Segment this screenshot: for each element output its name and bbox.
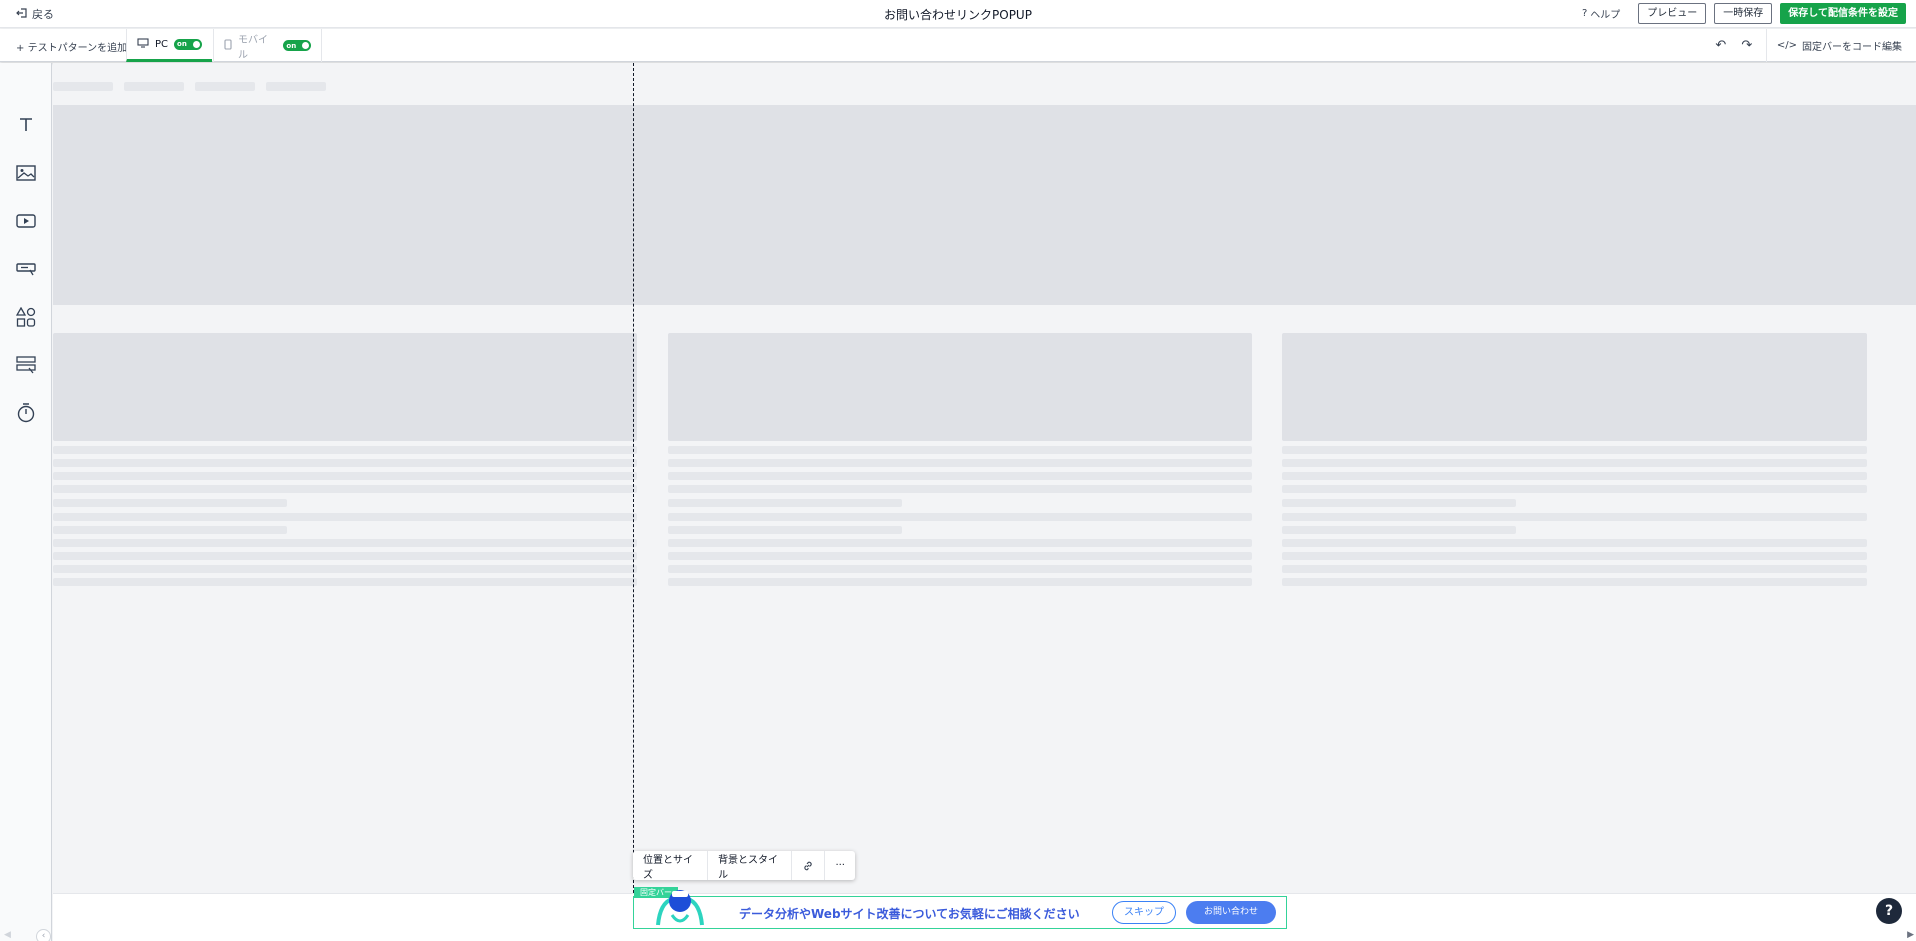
mobile-toggle[interactable]: on <box>283 40 311 51</box>
text-line-placeholder <box>53 578 637 586</box>
code-edit-label: 固定バーをコード編集 <box>1802 42 1902 53</box>
text-line-placeholder <box>53 513 637 521</box>
temp-save-button[interactable]: 一時保存 <box>1714 3 1773 24</box>
preview-button[interactable]: プレビュー <box>1638 3 1707 24</box>
horizontal-scrollbar[interactable]: ◀ ▶ <box>0 930 1916 941</box>
help-label: ヘルプ <box>1590 10 1621 21</box>
pc-toggle[interactable]: on <box>174 38 203 50</box>
text-line-placeholder <box>668 565 1252 573</box>
text-line-placeholder <box>1282 459 1867 467</box>
text-line-placeholder <box>668 459 1252 467</box>
form-tool-icon[interactable] <box>14 353 38 377</box>
timer-tool-icon[interactable] <box>14 401 38 425</box>
video-tool-icon[interactable] <box>14 209 38 233</box>
shapes-tool-icon[interactable] <box>14 305 38 329</box>
text-line-placeholder <box>668 578 1252 586</box>
text-line-placeholder <box>1282 499 1516 507</box>
top-header: 戻る お問い合わせリンクPOPUP ? ヘルプ プレビュー 一時保存 保存して配… <box>0 0 1916 28</box>
text-line-placeholder <box>53 539 637 547</box>
text-line-placeholder <box>53 446 637 454</box>
text-tool-icon[interactable] <box>14 113 38 137</box>
text-line-placeholder <box>1282 565 1867 573</box>
nav-placeholder <box>195 82 255 91</box>
text-line-placeholder <box>1282 485 1867 493</box>
text-line-placeholder <box>1282 472 1867 480</box>
text-line-placeholder <box>668 513 1252 521</box>
scroll-left-icon[interactable]: ◀ <box>4 930 11 940</box>
link-icon[interactable] <box>792 851 826 880</box>
nav-placeholder <box>53 82 113 91</box>
skip-button[interactable]: スキップ <box>1112 901 1176 924</box>
undo-icon[interactable]: ↶ <box>1708 38 1734 53</box>
editor-toolbar: + テストパターンを追加 PC on モバイル on ↶ ↷ </> 固定バーを… <box>0 29 1916 62</box>
element-toolbar: 位置とサイズ 背景とスタイル ··· <box>633 851 855 881</box>
contact-button[interactable]: お問い合わせ <box>1186 901 1276 924</box>
text-line-placeholder <box>1282 513 1867 521</box>
tab-pc-label: PC <box>155 38 169 50</box>
text-line-placeholder <box>53 565 637 573</box>
tab-mobile[interactable]: モバイル on <box>213 29 322 62</box>
back-icon <box>16 7 28 22</box>
text-line-placeholder <box>1282 526 1516 534</box>
scroll-right-icon[interactable]: ▶ <box>1907 930 1914 940</box>
fixed-bar[interactable]: 固定バー データ分析やWebサイト改善についてお気軽にご相談ください スキップ … <box>633 887 1287 929</box>
desktop-icon <box>137 37 149 51</box>
text-line-placeholder <box>53 499 287 507</box>
editor-canvas <box>53 63 1916 893</box>
text-line-placeholder <box>1282 578 1867 586</box>
plus-icon: + <box>16 43 25 54</box>
add-test-pattern-label: テストパターンを追加 <box>27 43 128 54</box>
mobile-icon <box>224 38 232 53</box>
alignment-guide <box>633 63 634 898</box>
text-line-placeholder <box>53 526 287 534</box>
background-style-button[interactable]: 背景とスタイル <box>708 851 793 881</box>
hero-placeholder <box>53 105 1916 305</box>
text-line-placeholder <box>668 472 1252 480</box>
mascot-illustration <box>656 890 704 926</box>
text-line-placeholder <box>53 485 637 493</box>
save-and-configure-button[interactable]: 保存して配信条件を設定 <box>1780 3 1906 24</box>
code-icon: </> <box>1776 40 1797 51</box>
left-tool-rail: ‹ <box>0 63 52 941</box>
text-line-placeholder <box>668 552 1252 560</box>
nav-placeholder <box>124 82 184 91</box>
nav-placeholder <box>266 82 326 91</box>
text-line-placeholder <box>53 459 637 467</box>
tab-pc[interactable]: PC on <box>126 29 212 62</box>
card-image-placeholder <box>668 333 1252 441</box>
back-button[interactable]: 戻る <box>16 6 54 22</box>
help-link[interactable]: ? ヘルプ <box>1582 6 1620 21</box>
tab-mobile-label: モバイル <box>238 34 268 61</box>
fixed-bar-message: データ分析やWebサイト改善についてお気軽にご相談ください <box>739 907 1080 921</box>
text-line-placeholder <box>53 552 637 560</box>
text-line-placeholder <box>668 446 1252 454</box>
card-image-placeholder <box>1282 333 1867 441</box>
image-tool-icon[interactable] <box>14 161 38 185</box>
text-line-placeholder <box>1282 552 1867 560</box>
button-tool-icon[interactable] <box>14 257 38 281</box>
question-icon: ? <box>1581 8 1588 19</box>
redo-icon[interactable]: ↷ <box>1734 38 1760 53</box>
back-label: 戻る <box>32 8 54 21</box>
code-edit-button[interactable]: </> 固定バーをコード編集 <box>1765 29 1916 62</box>
more-icon[interactable]: ··· <box>825 851 855 880</box>
text-line-placeholder <box>668 499 902 507</box>
text-line-placeholder <box>1282 446 1867 454</box>
position-size-button[interactable]: 位置とサイズ <box>633 851 709 881</box>
card-image-placeholder <box>53 333 637 441</box>
text-line-placeholder <box>668 539 1252 547</box>
text-line-placeholder <box>668 485 1252 493</box>
help-fab-question-icon[interactable]: ? <box>1876 898 1902 924</box>
text-line-placeholder <box>668 526 902 534</box>
text-line-placeholder <box>53 472 637 480</box>
add-test-pattern-button[interactable]: + テストパターンを追加 <box>16 39 127 54</box>
text-line-placeholder <box>1282 539 1867 547</box>
